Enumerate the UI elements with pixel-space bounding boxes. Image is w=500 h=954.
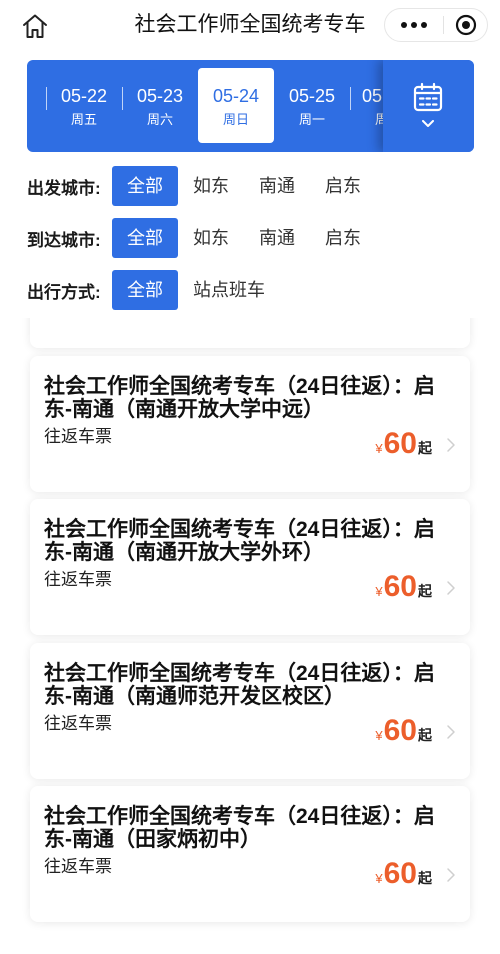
close-mini-program-button[interactable] bbox=[444, 9, 487, 41]
departure-city-filter: 出发城市: 全部 如东 南通 启东 bbox=[27, 166, 376, 206]
price-amount: 60 bbox=[383, 857, 417, 890]
filter-option[interactable]: 全部 bbox=[112, 218, 178, 258]
travel-mode-filter: 出行方式: 全部 站点班车 bbox=[27, 270, 280, 310]
currency-symbol: ¥ bbox=[375, 440, 383, 456]
price-suffix: 起 bbox=[418, 726, 432, 743]
trip-title: 社会工作师全国统考专车（24日往返）：启东-南通（南通开放大学中远） bbox=[44, 374, 435, 421]
filter-option[interactable]: 南通 bbox=[244, 218, 310, 258]
trip-price: ¥ 60 起 bbox=[375, 859, 432, 889]
chevron-right-icon bbox=[447, 437, 455, 452]
date-selector: 05-22 周五 05-23 周六 05-24 周日 05-25 周一 05 周 bbox=[27, 60, 474, 152]
price-suffix: 起 bbox=[418, 439, 432, 456]
date-tab[interactable]: 05-22 周五 bbox=[46, 68, 122, 143]
chevron-right-icon bbox=[447, 724, 455, 739]
trip-price: ¥ 60 起 bbox=[375, 572, 432, 602]
weekday-text: 周五 bbox=[70, 112, 97, 127]
price-suffix: 起 bbox=[418, 870, 432, 886]
chevron-right-icon bbox=[447, 581, 455, 595]
top-bar: 社会工作师全国统考专车 bbox=[0, 0, 500, 50]
trip-price: ¥ 60 起 bbox=[375, 426, 432, 460]
currency-symbol: ¥ bbox=[375, 584, 383, 599]
filter-option[interactable]: 全部 bbox=[112, 166, 178, 206]
price-amount: 60 bbox=[383, 570, 417, 603]
more-dots-icon bbox=[401, 22, 427, 28]
arrival-city-filter: 到达城市: 全部 如东 南通 启东 bbox=[27, 218, 376, 258]
filter-option[interactable]: 如东 bbox=[178, 218, 244, 258]
currency-symbol: ¥ bbox=[375, 727, 383, 743]
chevron-right-icon bbox=[447, 868, 455, 882]
trip-title: 社会工作师全国统考专车（24日往返）：启东-南通（南通师范开发区校区） bbox=[44, 661, 435, 708]
trip-card[interactable]: 社会工作师全国统考专车（24日往返）：启东-南通（南通师范开发区校区） 往返车票… bbox=[30, 642, 470, 779]
date-tab[interactable]: 05-23 周六 bbox=[122, 68, 198, 143]
price-amount: 60 bbox=[383, 713, 417, 747]
filter-option[interactable]: 全部 bbox=[112, 270, 178, 310]
filter-option[interactable]: 启东 bbox=[310, 166, 376, 206]
date-tab[interactable]: 05-24 周日 bbox=[198, 68, 274, 143]
date-text: 05-23 bbox=[136, 86, 184, 106]
date-tab[interactable]: 05-25 周一 bbox=[274, 68, 350, 143]
trip-list[interactable]: 社会工作师全国统考专车（24日往返）：启东-南通（南通开放大学中远） 往返车票 … bbox=[0, 318, 500, 954]
weekday-text: 周日 bbox=[222, 112, 249, 127]
calendar-button[interactable] bbox=[383, 60, 474, 152]
filter-option[interactable]: 南通 bbox=[244, 166, 310, 206]
trip-price: ¥ 60 起 bbox=[375, 713, 432, 747]
trip-card[interactable]: 社会工作师全国统考专车（24日往返）：启东-南通（南通开放大学外环） 往返车票 … bbox=[30, 499, 470, 635]
mini-program-capsule bbox=[384, 8, 488, 42]
more-button[interactable] bbox=[385, 9, 443, 41]
calendar-icon bbox=[413, 82, 443, 112]
currency-symbol: ¥ bbox=[375, 871, 383, 886]
chevron-down-icon bbox=[422, 120, 434, 127]
filter-option[interactable]: 站点班车 bbox=[178, 270, 280, 310]
target-circle-icon bbox=[455, 14, 476, 36]
filter-label: 出行方式: bbox=[27, 282, 101, 302]
price-suffix: 起 bbox=[418, 583, 432, 599]
weekday-text: 周一 bbox=[298, 112, 325, 127]
filter-option[interactable]: 启东 bbox=[310, 218, 376, 258]
weekday-text: 周六 bbox=[146, 112, 173, 127]
date-text: 05-25 bbox=[288, 86, 336, 106]
price-amount: 60 bbox=[383, 426, 417, 460]
filter-label: 到达城市: bbox=[27, 230, 101, 250]
filter-option[interactable]: 如东 bbox=[178, 166, 244, 206]
date-text: 05-24 bbox=[212, 86, 260, 106]
trip-card[interactable]: 社会工作师全国统考专车（24日往返）：启东-南通（田家炳初中） 往返车票 ¥ 6… bbox=[30, 786, 470, 922]
trip-card[interactable]: 社会工作师全国统考专车（24日往返）：启东-南通（南通开放大学中远） 往返车票 … bbox=[30, 355, 470, 492]
date-text: 05-22 bbox=[60, 86, 108, 106]
filter-label: 出发城市: bbox=[27, 178, 101, 198]
trip-card-partial[interactable] bbox=[30, 318, 470, 348]
trip-title: 社会工作师全国统考专车（24日往返）：启东-南通（田家炳初中） bbox=[44, 805, 435, 851]
trip-title: 社会工作师全国统考专车（24日往返）：启东-南通（南通开放大学外环） bbox=[44, 518, 435, 564]
